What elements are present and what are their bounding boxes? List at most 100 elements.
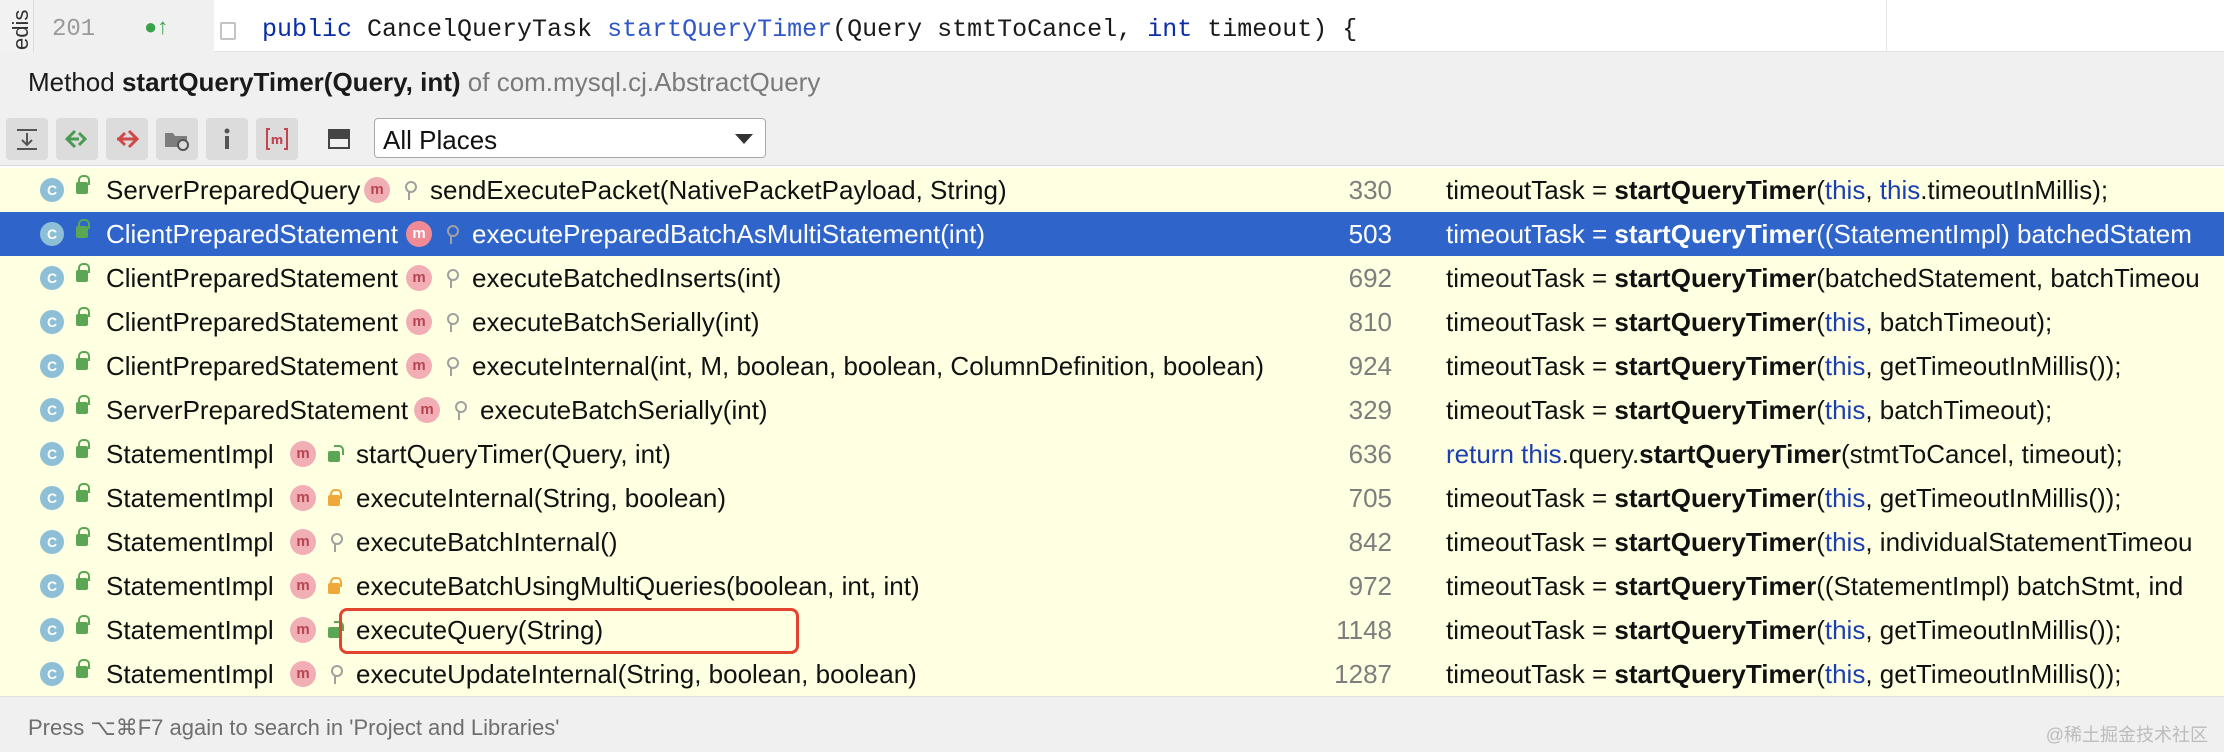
code-text: ( <box>1816 395 1825 425</box>
code-text: (batchedStatement, batchTimeou <box>1816 263 2200 293</box>
code-method-name: startQueryTimer <box>607 15 833 44</box>
class-icon: C <box>40 266 64 290</box>
package-private-visibility-icon <box>444 357 459 376</box>
usage-class-name: StatementImpl <box>106 439 274 469</box>
usage-method-name: executeBatchSerially(int) <box>472 307 760 337</box>
next-occurrence-icon <box>116 129 140 149</box>
code-keyword: this <box>1824 615 1866 645</box>
implementing-method-gutter-icon[interactable]: ●↑ <box>144 14 168 40</box>
usage-row[interactable]: C StatementImpl m startQueryTimer(Query, in… <box>0 432 2224 476</box>
usage-row[interactable]: C ClientPreparedStatement m executePrepared… <box>0 212 2224 256</box>
line-number: 201 <box>52 16 96 43</box>
package-private-visibility-icon <box>328 665 343 684</box>
usage-method-name: executePreparedBatchAsMultiStatement(int… <box>472 219 986 249</box>
info-button[interactable] <box>206 118 248 160</box>
code-keyword: this <box>1824 483 1866 513</box>
code-text: , batchTimeout); <box>1865 307 2053 337</box>
method-filter-button[interactable]: m <box>256 118 298 160</box>
usage-row[interactable]: C ServerPreparedQuery m sendExecutePacket(N… <box>0 168 2224 212</box>
code-text: timeoutTask = <box>1446 351 1615 381</box>
public-visibility-icon <box>76 395 90 414</box>
code-text: ( <box>1816 615 1825 645</box>
class-icon: C <box>40 442 64 466</box>
method-icon: m <box>364 177 390 203</box>
class-icon: C <box>40 310 64 334</box>
usage-method-name: executeInternal(int, M, boolean, boolean… <box>472 351 1265 381</box>
usage-line-number: 1287 <box>1334 659 1392 689</box>
method-icon: m <box>406 353 432 379</box>
side-tool-tab[interactable]: edis <box>0 0 34 52</box>
code-text: , getTimeoutInMillis()); <box>1865 483 2122 513</box>
usage-line-number: 636 <box>1348 439 1392 469</box>
usage-code-snippet: return this.query.startQueryTimer(stmtTo… <box>1446 439 2123 470</box>
usage-row[interactable]: C ServerPreparedStatement m executeBatchSer… <box>0 388 2224 432</box>
usage-row[interactable]: C StatementImpl m executeBatchInternal() 842… <box>0 520 2224 564</box>
package-private-visibility-icon <box>328 533 343 552</box>
usage-code-snippet: timeoutTask = startQueryTimer(this, getT… <box>1446 615 2122 646</box>
code-line[interactable]: public CancelQueryTask startQueryTimer(Q… <box>262 15 1357 44</box>
code-text: , individualStatementTimeou <box>1865 527 2193 557</box>
chevron-down-icon <box>735 134 753 144</box>
usage-class-name: StatementImpl <box>106 659 274 689</box>
class-icon: C <box>40 618 64 642</box>
package-private-visibility-icon <box>402 181 417 200</box>
code-match: startQueryTimer <box>1614 571 1817 601</box>
method-icon: m <box>406 265 432 291</box>
usage-line-number: 842 <box>1348 527 1392 557</box>
usages-popup-header: Method startQueryTimer(Query, int) of co… <box>0 52 2224 112</box>
scope-dropdown[interactable]: All Places <box>374 118 766 158</box>
expand-all-button[interactable] <box>6 118 48 160</box>
code-keyword: this <box>1824 351 1866 381</box>
usage-line-number: 924 <box>1348 351 1392 381</box>
usage-method-name: executeBatchUsingMultiQueries(boolean, i… <box>356 571 920 601</box>
group-by-module-button[interactable] <box>156 118 198 160</box>
usage-code-snippet: timeoutTask = startQueryTimer(this, this… <box>1446 175 2108 206</box>
code-text: ((StatementImpl) batchedStatem <box>1816 219 2192 249</box>
code-type: CancelQueryTask <box>367 15 593 44</box>
code-text: .timeoutInMillis); <box>1920 175 2109 205</box>
code-text: timeoutTask = <box>1446 659 1615 689</box>
usage-row[interactable]: C StatementImpl m executeUpdateInternal(Str… <box>0 652 2224 696</box>
code-match: startQueryTimer <box>1614 263 1817 293</box>
code-text: ( <box>1816 483 1825 513</box>
usage-code-snippet: timeoutTask = startQueryTimer(this, getT… <box>1446 659 2122 690</box>
public-visibility-icon <box>76 263 90 282</box>
usage-method-name: executeBatchedInserts(int) <box>472 263 782 293</box>
pin-button[interactable] <box>318 118 360 160</box>
usage-code-snippet: timeoutTask = startQueryTimer(this, batc… <box>1446 307 2052 338</box>
usage-method-name: executeUpdateInternal(String, boolean, b… <box>356 659 917 689</box>
code-text: timeoutTask = <box>1446 219 1615 249</box>
popup-method-signature: startQueryTimer(Query, int) <box>121 67 461 97</box>
usage-row[interactable]: C ClientPreparedStatement m executeBatchSer… <box>0 300 2224 344</box>
class-icon: C <box>40 354 64 378</box>
code-text: timeoutTask = <box>1446 307 1615 337</box>
code-text: ( <box>1816 351 1825 381</box>
method-icon: m <box>266 128 288 150</box>
usage-row[interactable]: C StatementImpl m executeBatchUsingMultiQue… <box>0 564 2224 608</box>
usage-row[interactable]: C StatementImpl m executeInternal(String, b… <box>0 476 2224 520</box>
package-private-visibility-icon <box>444 225 459 244</box>
protected-visibility-icon <box>328 577 342 595</box>
usage-row[interactable]: C StatementImpl m executeQuery(String) 1148 t… <box>0 608 2224 652</box>
method-icon: m <box>290 529 316 555</box>
usage-class-name: ClientPreparedStatement <box>106 351 398 381</box>
public-visibility-icon <box>76 527 90 546</box>
code-text: timeoutTask = <box>1446 263 1615 293</box>
code-text: timeoutTask = <box>1446 395 1615 425</box>
scope-dropdown-value: All Places <box>383 125 498 155</box>
previous-occurrence-icon <box>64 129 88 149</box>
usage-row[interactable]: C ClientPreparedStatement m executeInternal… <box>0 344 2224 388</box>
usage-code-snippet: timeoutTask = startQueryTimer(batchedSta… <box>1446 263 2200 294</box>
search-scope-hint: Press ⌥⌘F7 again to search in 'Project a… <box>28 715 560 740</box>
usage-row[interactable]: C ClientPreparedStatement m executeBatchedI… <box>0 256 2224 300</box>
code-text: ( <box>1816 527 1825 557</box>
popup-title-prefix: Method <box>28 67 115 97</box>
code-match: startQueryTimer <box>1614 483 1817 513</box>
usages-popup-footer: Press ⌥⌘F7 again to search in 'Project a… <box>0 696 2224 752</box>
code-match: startQueryTimer <box>1614 527 1817 557</box>
code-match: startQueryTimer <box>1639 439 1842 469</box>
fold-icon[interactable] <box>220 22 236 40</box>
code-keyword: this <box>1879 175 1921 205</box>
previous-occurrence-button[interactable] <box>56 118 98 160</box>
next-occurrence-button[interactable] <box>106 118 148 160</box>
